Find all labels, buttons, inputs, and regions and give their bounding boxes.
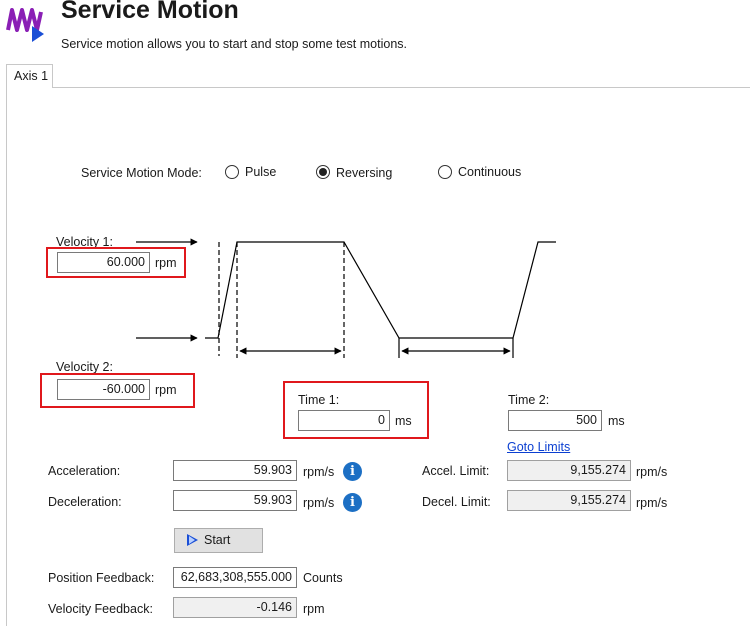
decel-limit-label: Decel. Limit: <box>422 495 491 509</box>
acceleration-label: Acceleration: <box>48 464 121 478</box>
deceleration-input[interactable]: 59.903 <box>173 490 297 511</box>
velocity-feedback-unit: rpm <box>303 602 325 616</box>
position-feedback-unit: Counts <box>303 571 343 585</box>
deceleration-label: Deceleration: <box>48 495 122 509</box>
acceleration-input[interactable]: 59.903 <box>173 460 297 481</box>
velocity1-unit: rpm <box>155 256 177 270</box>
accel-limit-unit: rpm/s <box>636 465 668 479</box>
start-button-label: Start <box>204 533 231 547</box>
acceleration-info-icon[interactable]: i <box>343 462 362 481</box>
accel-limit-label: Accel. Limit: <box>422 464 490 478</box>
deceleration-unit: rpm/s <box>303 496 335 510</box>
time2-input[interactable]: 500 <box>508 410 602 431</box>
velocity-feedback-label: Velocity Feedback: <box>48 602 153 616</box>
velocity-profile-diagram <box>136 238 556 358</box>
position-feedback-label: Position Feedback: <box>48 571 155 585</box>
velocity-feedback-value: -0.146 <box>173 597 297 618</box>
velocity1-input[interactable]: 60.000 <box>57 252 150 273</box>
velocity2-unit: rpm <box>155 383 177 397</box>
time1-unit: ms <box>395 414 412 428</box>
time2-label: Time 2: <box>508 393 550 407</box>
decel-limit-unit: rpm/s <box>636 496 668 510</box>
deceleration-info-icon[interactable]: i <box>343 493 362 512</box>
time2-unit: ms <box>608 414 625 428</box>
velocity2-label: Velocity 2: <box>56 360 113 374</box>
time1-input[interactable]: 0 <box>298 410 390 431</box>
time1-label: Time 1: <box>298 393 340 407</box>
position-feedback-value: 62,683,308,555.000 <box>173 567 297 588</box>
start-button[interactable]: Start <box>174 528 263 553</box>
goto-limits-link[interactable]: Goto Limits <box>507 440 570 454</box>
accel-limit-value: 9,155.274 <box>507 460 631 481</box>
acceleration-unit: rpm/s <box>303 465 335 479</box>
play-icon <box>187 534 198 546</box>
decel-limit-value: 9,155.274 <box>507 490 631 511</box>
velocity2-input[interactable]: -60.000 <box>57 379 150 400</box>
